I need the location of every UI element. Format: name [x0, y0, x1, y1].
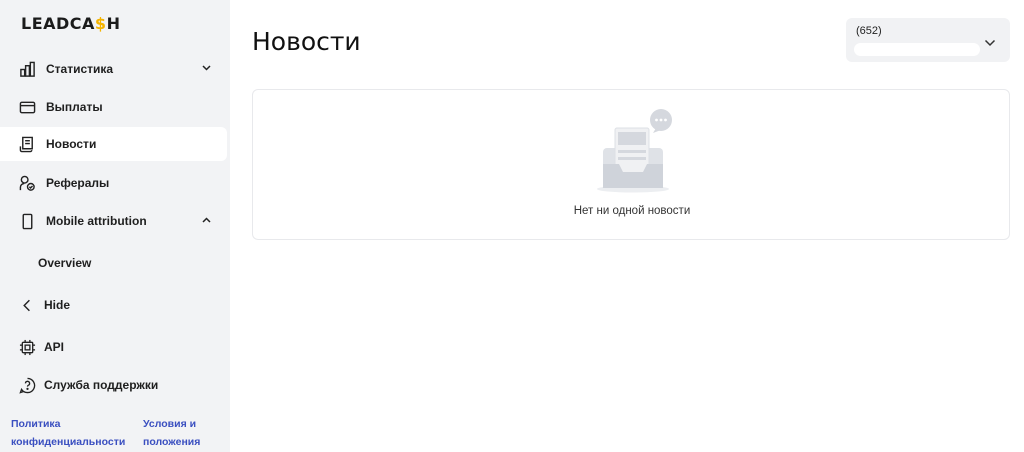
privacy-policy-link[interactable]: Политика конфиденциальности [11, 415, 125, 451]
sidebar-item-label: Overview [38, 256, 92, 270]
sidebar-item-overview[interactable]: Overview [0, 246, 227, 280]
sidebar: LEADCA$H Статистика Выплаты Новости Рефе… [0, 0, 230, 452]
logo-accent: $ [94, 14, 107, 33]
sidebar-item-referrals[interactable]: Рефералы [0, 166, 227, 200]
account-select-value: (652) [856, 25, 882, 37]
sidebar-item-label: Статистика [46, 62, 114, 76]
sidebar-item-label: Новости [46, 137, 97, 151]
credit-card-icon [18, 98, 36, 116]
page-title: Новости [252, 27, 361, 56]
sidebar-item-label: Hide [44, 298, 71, 312]
chevron-down-icon [984, 34, 996, 47]
chevron-up-icon [201, 214, 211, 226]
chip-icon [18, 338, 36, 356]
main-content: Новости (652) Нет ни одной новости [230, 0, 1024, 452]
news-empty-card: Нет ни одной новости [252, 89, 1010, 240]
account-select-redacted-bar [854, 43, 980, 56]
chevron-down-icon [201, 62, 211, 74]
sidebar-item-label: API [44, 340, 65, 354]
sidebar-item-mobile-attribution[interactable]: Mobile attribution [0, 204, 227, 238]
sidebar-item-label: Рефералы [46, 176, 110, 190]
sidebar-item-api[interactable]: API [0, 330, 227, 364]
sidebar-item-label: Выплаты [46, 100, 103, 114]
mobile-phone-icon [18, 212, 36, 230]
sidebar-item-support[interactable]: Служба поддержки [0, 368, 227, 402]
chevron-left-icon [18, 296, 36, 314]
account-select[interactable]: (652) [846, 18, 1010, 62]
referral-user-icon [18, 174, 36, 192]
footer-links: Политика конфиденциальности Условия и по… [11, 415, 213, 451]
app: LEADCA$H Статистика Выплаты Новости Рефе… [0, 0, 1024, 452]
logo[interactable]: LEADCA$H [21, 14, 120, 33]
sidebar-item-hide[interactable]: Hide [0, 288, 227, 322]
news-icon [18, 135, 36, 153]
sidebar-item-label: Служба поддержки [44, 378, 159, 392]
logo-text: LEADCA [21, 14, 95, 33]
sidebar-item-statistics[interactable]: Статистика [0, 52, 227, 86]
sidebar-item-label: Mobile attribution [46, 214, 147, 228]
empty-inbox-icon [593, 106, 683, 194]
sidebar-item-news[interactable]: Новости [0, 127, 227, 161]
empty-state-text: Нет ни одной новости [573, 205, 691, 217]
help-circle-icon [18, 376, 36, 394]
bar-chart-icon [18, 60, 36, 78]
logo-text-end: H [106, 14, 121, 33]
terms-link[interactable]: Условия и положения [143, 415, 213, 451]
sidebar-item-payouts[interactable]: Выплаты [0, 90, 227, 124]
